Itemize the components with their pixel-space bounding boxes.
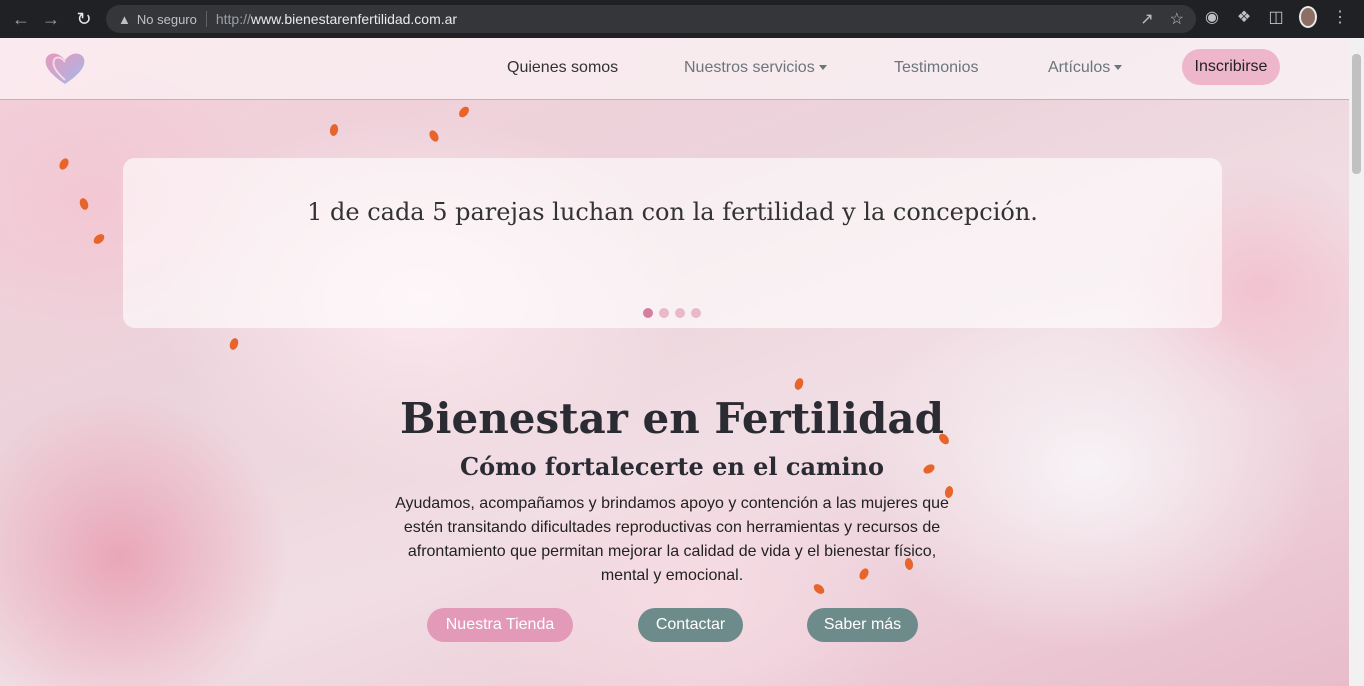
- profile-avatar[interactable]: [1299, 6, 1317, 28]
- nav-nuestros-servicios[interactable]: Nuestros servicios: [684, 59, 827, 77]
- reload-icon[interactable]: ↻: [71, 6, 97, 32]
- contact-button[interactable]: Contactar: [638, 608, 743, 642]
- security-label: No seguro: [136, 11, 197, 27]
- nav-articulos-label: Artículos: [1048, 59, 1111, 76]
- hero-title: Bienestar en Fertilidad: [400, 394, 944, 443]
- carousel-dot[interactable]: [675, 308, 685, 318]
- caret-down-icon: [1114, 65, 1123, 71]
- learn-more-button[interactable]: Saber más: [807, 608, 918, 642]
- url-text: http://www.bienestarenfertilidad.com.ar: [216, 11, 457, 27]
- carousel-dot[interactable]: [659, 308, 669, 318]
- separator: [205, 11, 207, 27]
- address-bar[interactable]: ▲ No seguro http://www.bienestarenfertil…: [106, 5, 1196, 33]
- nav-quienes-somos[interactable]: Quienes somos: [507, 59, 618, 77]
- back-icon[interactable]: ←: [8, 6, 34, 32]
- flower-decoration: [329, 123, 339, 137]
- extensions-puzzle-icon[interactable]: ❖: [1235, 7, 1253, 27]
- flower-decoration: [57, 156, 71, 172]
- caret-down-icon: [818, 65, 827, 71]
- page-scrollbar[interactable]: [1349, 38, 1364, 686]
- forward-icon[interactable]: →: [38, 6, 64, 32]
- flower-decoration: [793, 376, 805, 392]
- bookmark-star-icon[interactable]: ☆: [1170, 9, 1184, 29]
- share-icon[interactable]: ↗: [1140, 9, 1153, 29]
- url-domain: www.bienestarenfertilidad.com.ar: [250, 11, 458, 27]
- nav-articulos[interactable]: Artículos: [1048, 59, 1123, 77]
- browser-menu-icon[interactable]: ⋮: [1331, 7, 1349, 27]
- page-viewport: Quienes somos Nuestros servicios Testimo…: [0, 38, 1349, 686]
- security-indicator[interactable]: ▲ No seguro: [118, 12, 197, 27]
- flower-decoration: [228, 336, 240, 352]
- side-panel-icon[interactable]: ◫: [1267, 7, 1285, 27]
- hero-subtitle: Cómo fortalecerte en el camino: [459, 452, 885, 481]
- warning-icon: ▲: [118, 11, 131, 27]
- url-prefix: http://: [215, 11, 251, 27]
- carousel: 1 de cada 5 parejas luchan con la fertil…: [123, 158, 1222, 328]
- flower-decoration: [78, 196, 90, 212]
- heart-logo-icon[interactable]: [42, 50, 88, 86]
- flower-decoration: [427, 128, 441, 144]
- site-navbar: Quienes somos Nuestros servicios Testimo…: [0, 38, 1349, 100]
- subscribe-button[interactable]: Inscribirse: [1182, 49, 1280, 85]
- nav-testimonios[interactable]: Testimonios: [894, 59, 978, 77]
- hero-description: Ayudamos, acompañamos y brindamos apoyo …: [395, 495, 949, 584]
- carousel-dot[interactable]: [691, 308, 701, 318]
- flower-decoration: [457, 104, 471, 120]
- carousel-dot[interactable]: [643, 308, 653, 318]
- store-button[interactable]: Nuestra Tienda: [427, 608, 573, 642]
- carousel-indicators: [643, 308, 701, 318]
- flower-decoration: [91, 232, 107, 246]
- scrollbar-thumb[interactable]: [1352, 54, 1361, 174]
- nav-servicios-label: Nuestros servicios: [684, 59, 815, 76]
- carousel-slide-text: 1 de cada 5 parejas luchan con la fertil…: [307, 198, 1038, 226]
- extension-cat-icon[interactable]: ◉: [1203, 7, 1221, 27]
- browser-toolbar: ← → ↻ ▲ No seguro http://www.bienestaren…: [0, 0, 1364, 38]
